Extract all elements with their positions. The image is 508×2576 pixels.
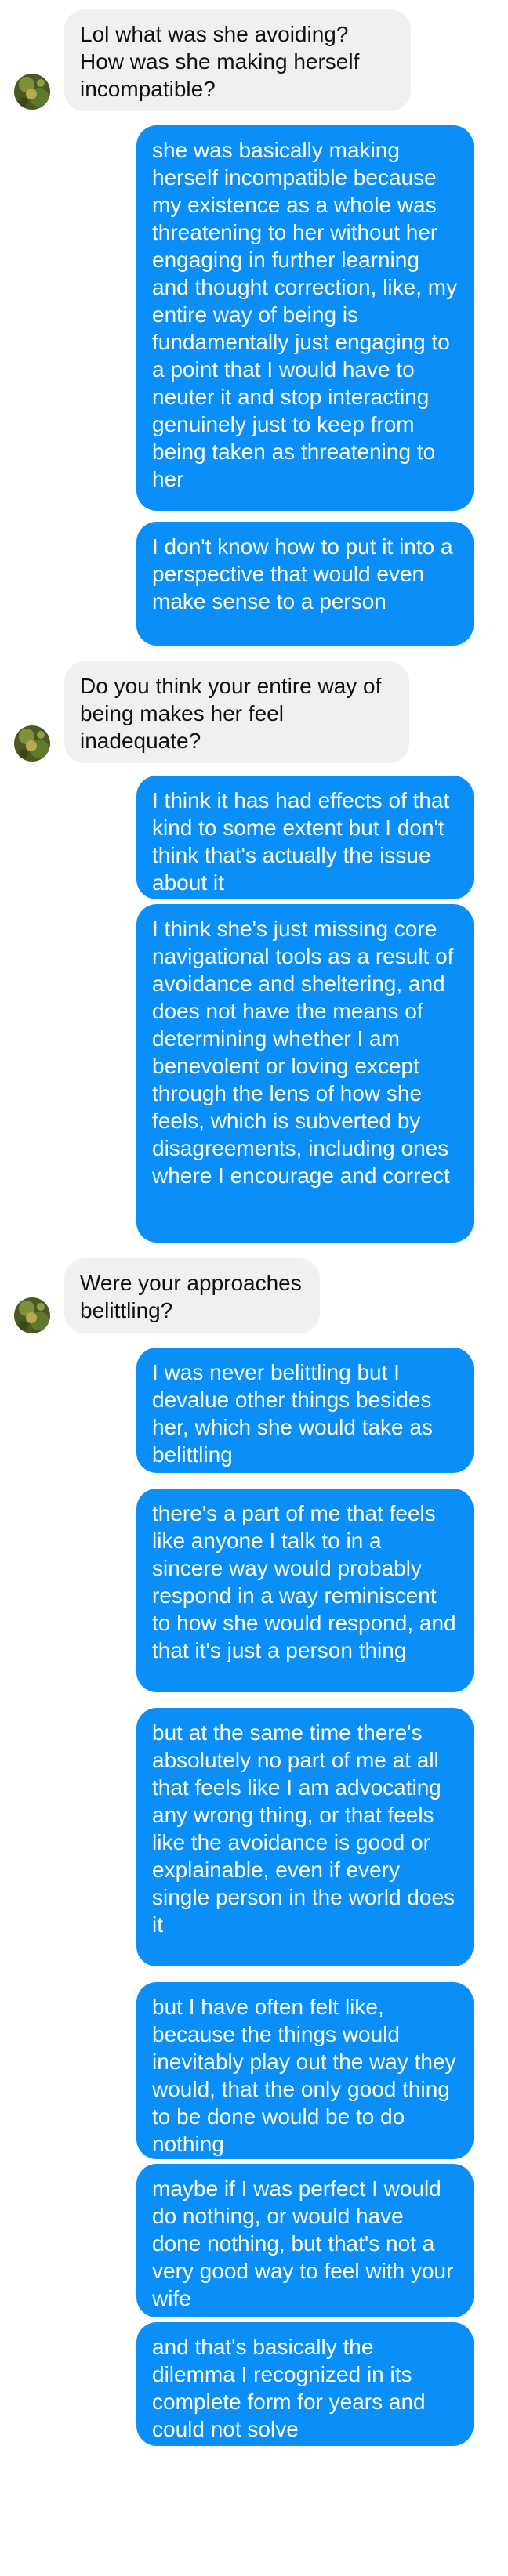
outgoing-message-bubble[interactable]: I think it has had effects of that kind … bbox=[136, 776, 474, 899]
outgoing-message-bubble[interactable]: I think she's just missing core navigati… bbox=[136, 904, 474, 1243]
incoming-message-bubble[interactable]: Do you think your entire way of being ma… bbox=[64, 661, 409, 763]
outgoing-message-bubble[interactable]: and that's basically the dilemma I recog… bbox=[136, 2322, 474, 2446]
outgoing-message-bubble[interactable]: but at the same time there's absolutely … bbox=[136, 1708, 474, 1966]
contact-avatar-icon bbox=[14, 74, 50, 110]
outgoing-message-bubble[interactable]: maybe if I was perfect I would do nothin… bbox=[136, 2164, 474, 2317]
contact-avatar-icon bbox=[14, 725, 50, 762]
contact-avatar[interactable] bbox=[14, 725, 50, 762]
contact-avatar[interactable] bbox=[14, 1297, 50, 1333]
outgoing-message-bubble[interactable]: I was never belittling but I devalue oth… bbox=[136, 1348, 474, 1473]
outgoing-message-bubble[interactable]: she was basically making herself incompa… bbox=[136, 125, 474, 511]
contact-avatar-icon bbox=[14, 1297, 50, 1333]
incoming-message-bubble[interactable]: Lol what was she avoiding? How was she m… bbox=[64, 9, 411, 111]
outgoing-message-bubble[interactable]: but I have often felt like, because the … bbox=[136, 1982, 474, 2159]
contact-avatar[interactable] bbox=[14, 74, 50, 110]
message-thread: Lol what was she avoiding? How was she m… bbox=[0, 0, 508, 2576]
outgoing-message-bubble[interactable]: I don't know how to put it into a perspe… bbox=[136, 522, 474, 646]
outgoing-message-bubble[interactable]: there's a part of me that feels like any… bbox=[136, 1489, 474, 1692]
incoming-message-bubble[interactable]: Were your approaches belittling? bbox=[64, 1258, 320, 1333]
